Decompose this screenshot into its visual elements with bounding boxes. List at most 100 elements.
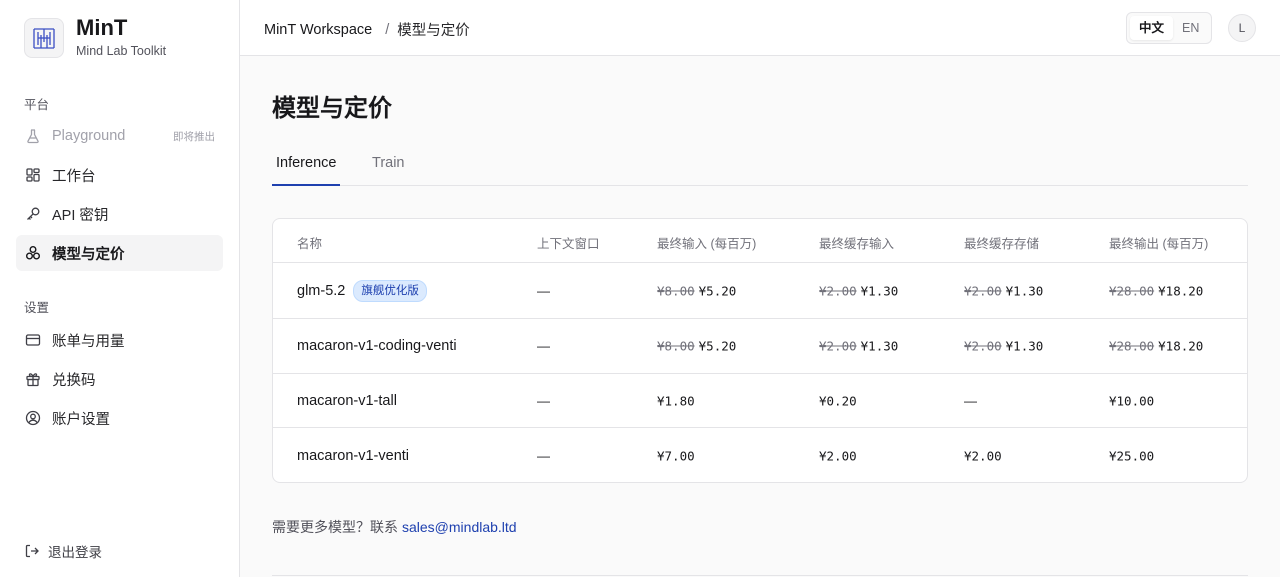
sidebar-item-models-pricing[interactable]: 模型与定价	[16, 235, 223, 271]
sidebar-item-label: 兑换码	[52, 372, 96, 389]
model-name-cell: macaron-v1-tall	[297, 393, 397, 409]
logout-label: 退出登录	[48, 545, 102, 560]
tab-bar: Inference Train	[272, 146, 1248, 186]
final-price: ¥18.20	[1158, 338, 1204, 354]
tab-inference[interactable]: Inference	[272, 146, 341, 186]
sidebar-item-account-settings[interactable]: 账户设置	[16, 400, 223, 436]
sidebar-item-label: Playground	[52, 128, 126, 144]
more-models-text: 需要更多模型？联系	[272, 519, 398, 535]
language-toggle: 中文 EN	[1126, 12, 1213, 44]
sidebar-item-label: 账户设置	[52, 411, 110, 428]
mint-logo-icon	[24, 18, 64, 58]
key-icon	[24, 205, 42, 223]
lang-zh-button[interactable]: 中文	[1130, 16, 1174, 40]
breadcrumb-current: 模型与定价	[397, 23, 470, 39]
sales-email-link[interactable]: sales@mindlab.ltd	[402, 519, 517, 535]
brand-name: MinT	[76, 15, 128, 40]
model-name: macaron-v1-venti	[297, 447, 410, 464]
table-row: glm-5.2 旗舰优化版 — ¥8.00 ¥5.20 ¥2.00 ¥1.30 ¥2…	[273, 263, 1247, 319]
context-window-cell: —	[537, 338, 550, 354]
cache-input-price-cell: ¥2.00 ¥1.30	[819, 283, 898, 298]
tab-train[interactable]: Train	[368, 146, 409, 186]
gift-icon	[24, 370, 42, 388]
sidebar-item-billing[interactable]: 账单与用量	[16, 322, 223, 358]
more-models-note: 需要更多模型？联系 sales@mindlab.ltd	[272, 517, 517, 537]
section-label-platform: 平台	[24, 98, 50, 112]
breadcrumb-separator: /	[385, 21, 390, 38]
sidebar-item-playground[interactable]: Playground 即将推出	[16, 118, 223, 154]
input-price-cell: ¥8.00 ¥5.20	[657, 283, 736, 298]
page-title: 模型与定价	[272, 95, 392, 122]
models-pricing-table: 名称 上下文窗口 最终输入 (每百万) 最终缓存输入 最终缓存存储 最终输出 (…	[272, 218, 1248, 483]
sidebar-item-redeem[interactable]: 兑换码	[16, 361, 223, 397]
model-name: macaron-v1-coding-venti	[297, 338, 457, 354]
model-name: glm-5.2	[297, 282, 346, 299]
cache-input-price-cell: ¥2.00 ¥1.30	[819, 339, 898, 354]
logout-icon	[24, 543, 40, 559]
coming-soon-badge: 即将推出	[173, 130, 215, 143]
column-header-name: 名称	[297, 237, 323, 251]
brand-subtitle: Mind Lab Toolkit	[76, 44, 167, 58]
cache-storage-price-cell: ¥2.00 ¥1.30	[964, 283, 1043, 298]
sidebar-item-label: 工作台	[52, 168, 96, 185]
flask-icon	[24, 127, 42, 145]
original-price: ¥2.00	[964, 283, 1002, 298]
model-name-cell: macaron-v1-coding-venti	[297, 338, 457, 354]
output-price-cell: ¥28.00 ¥18.20	[1109, 339, 1203, 354]
model-name-cell: macaron-v1-venti	[297, 448, 409, 464]
models-icon	[24, 244, 42, 262]
column-header-context: 上下文窗口	[537, 237, 600, 251]
dashboard-icon	[24, 166, 42, 184]
input-price-cell: ¥8.00 ¥5.20	[657, 339, 736, 354]
original-price: ¥28.00	[1109, 283, 1155, 298]
table-row: macaron-v1-venti — ¥7.00 ¥2.00 ¥2.00 ¥25…	[273, 428, 1247, 482]
final-price: ¥18.20	[1158, 283, 1204, 298]
lang-en-button[interactable]: EN	[1173, 16, 1208, 40]
output-price-cell: ¥10.00	[1109, 393, 1155, 408]
input-price-cell: ¥1.80	[657, 393, 695, 408]
sidebar: MinT Mind Lab Toolkit 平台 Playground 即将推出…	[0, 0, 240, 577]
breadcrumb-workspace[interactable]: MinT Workspace	[264, 22, 372, 38]
flagship-badge: 旗舰优化版	[353, 279, 427, 302]
final-price: ¥1.30	[1005, 283, 1044, 298]
sidebar-item-api-keys[interactable]: API 密钥	[16, 196, 223, 232]
column-header-input: 最终输入 (每百万)	[657, 237, 757, 251]
topbar: MinT Workspace / 模型与定价 中文 EN L	[240, 0, 1280, 56]
output-price-cell: ¥25.00	[1109, 448, 1155, 463]
context-window-cell: —	[537, 448, 550, 463]
model-name: macaron-v1-tall	[297, 392, 397, 409]
column-header-output: 最终输出 (每百万)	[1109, 237, 1209, 251]
sidebar-item-workbench[interactable]: 工作台	[16, 157, 223, 193]
column-header-cache-storage: 最终缓存存储	[964, 237, 1040, 251]
column-header-cache-input: 最终缓存输入	[819, 237, 895, 251]
table-row: macaron-v1-coding-venti — ¥8.00 ¥5.20 ¥2.…	[273, 319, 1247, 374]
original-price: ¥8.00	[657, 338, 695, 354]
final-price: ¥1.30	[860, 338, 899, 354]
divider	[272, 575, 1248, 576]
final-price: ¥1.30	[1005, 338, 1044, 354]
table-header: 名称 上下文窗口 最终输入 (每百万) 最终缓存输入 最终缓存存储 最终输出 (…	[273, 219, 1247, 263]
avatar[interactable]: L	[1228, 14, 1256, 42]
cache-storage-price-cell: —	[964, 393, 977, 408]
logout-button[interactable]: 退出登录	[24, 541, 102, 561]
table-row: macaron-v1-tall — ¥1.80 ¥0.20 — ¥10.00	[273, 374, 1247, 428]
output-price-cell: ¥28.00 ¥18.20	[1109, 283, 1203, 298]
model-name-cell: glm-5.2 旗舰优化版	[297, 279, 427, 302]
cache-storage-price-cell: ¥2.00	[964, 448, 1002, 463]
cache-storage-price-cell: ¥2.00 ¥1.30	[964, 339, 1043, 354]
input-price-cell: ¥7.00	[657, 448, 695, 463]
final-price: ¥5.20	[698, 338, 737, 354]
credit-card-icon	[24, 331, 42, 349]
original-price: ¥2.00	[964, 338, 1002, 354]
brand[interactable]: MinT Mind Lab Toolkit	[24, 16, 166, 60]
cache-input-price-cell: ¥0.20	[819, 393, 857, 408]
sidebar-item-label: 模型与定价	[52, 246, 125, 263]
final-price: ¥1.30	[860, 283, 899, 298]
original-price: ¥8.00	[657, 283, 695, 298]
original-price: ¥28.00	[1109, 338, 1155, 354]
final-price: ¥5.20	[698, 283, 737, 298]
sidebar-item-label: 账单与用量	[52, 333, 125, 350]
cache-input-price-cell: ¥2.00	[819, 448, 857, 463]
original-price: ¥2.00	[819, 283, 857, 298]
user-circle-icon	[24, 409, 42, 427]
